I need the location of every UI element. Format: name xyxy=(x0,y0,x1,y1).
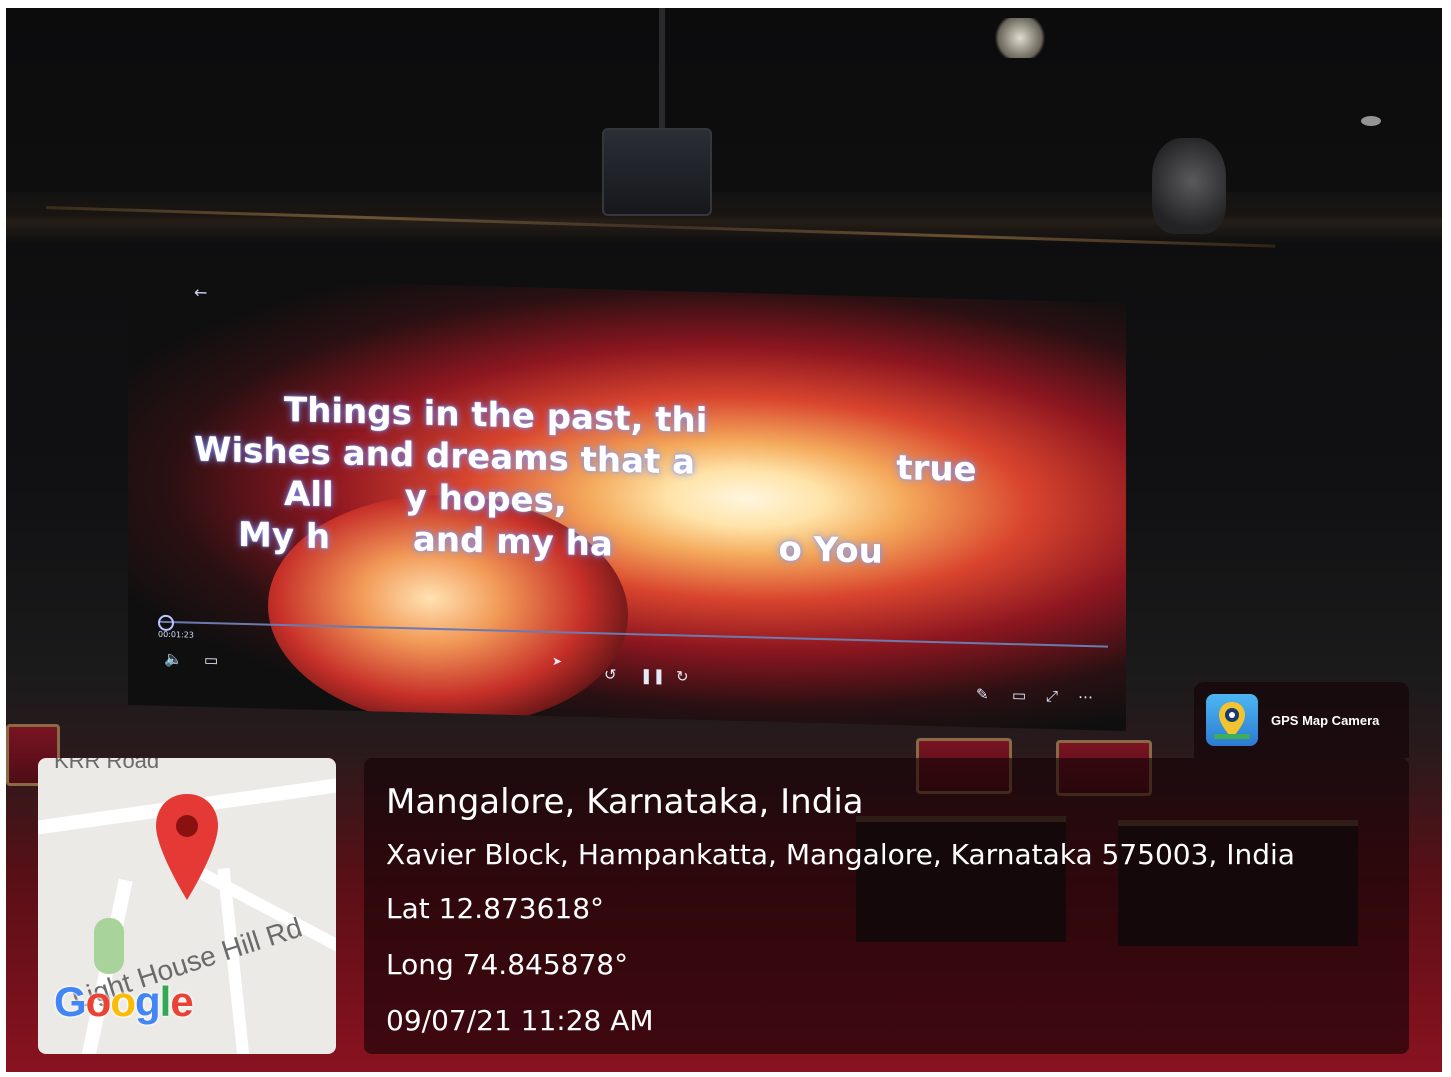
fullscreen-icon[interactable]: ⤢ xyxy=(1046,687,1058,705)
elapsed-time: 00:01:23 xyxy=(158,629,194,640)
map-pin-icon xyxy=(156,794,218,900)
gps-map-camera-icon xyxy=(1206,694,1258,746)
forward-icon[interactable]: ↻ xyxy=(676,667,689,685)
back-arrow-icon[interactable]: ← xyxy=(194,283,207,302)
longitude-text: Long 74.845878° xyxy=(386,948,629,981)
pause-icon[interactable]: ❚❚ xyxy=(640,666,665,685)
more-icon[interactable]: ⋯ xyxy=(1078,688,1093,706)
location-title: Mangalore, Karnataka, India xyxy=(386,782,864,822)
projector xyxy=(602,128,712,216)
timestamp-text: 09/07/21 11:28 AM xyxy=(386,1004,654,1037)
location-address: Xavier Block, Hampankatta, Mangalore, Ka… xyxy=(386,838,1295,871)
location-info-panel: Mangalore, Karnataka, India Xavier Block… xyxy=(364,758,1409,1054)
captions-icon[interactable]: ▭ xyxy=(204,651,218,669)
ceiling-truss xyxy=(6,192,1442,244)
map-park xyxy=(94,918,124,974)
google-logo: Google xyxy=(54,978,194,1025)
volume-icon[interactable]: 🔈 xyxy=(164,650,183,668)
pen-icon[interactable]: ✎ xyxy=(976,685,989,703)
app-name: GPS Map Camera xyxy=(1271,713,1380,728)
rewind-icon[interactable]: ↺ xyxy=(604,665,617,683)
app-badge: GPS Map Camera xyxy=(1194,682,1409,758)
ceiling-pole xyxy=(659,8,665,130)
aspect-ratio-icon[interactable]: ▭ xyxy=(1012,686,1026,704)
latitude-text: Lat 12.873618° xyxy=(386,892,605,925)
spotlight xyxy=(990,18,1050,58)
speaker xyxy=(1152,138,1226,234)
ceiling-light xyxy=(1361,116,1381,126)
seek-handle[interactable] xyxy=(158,614,174,632)
road-label: KRR Road xyxy=(54,758,160,773)
projection-screen: ← Things in the past, thi Wishes and dre… xyxy=(128,276,1126,732)
map-thumbnail[interactable]: KRR Road Light House Hill Rd Google xyxy=(38,758,336,1054)
lyrics-text: Things in the past, thi Wishes and dream… xyxy=(188,387,1088,579)
cursor-icon: ➤ xyxy=(552,654,563,669)
